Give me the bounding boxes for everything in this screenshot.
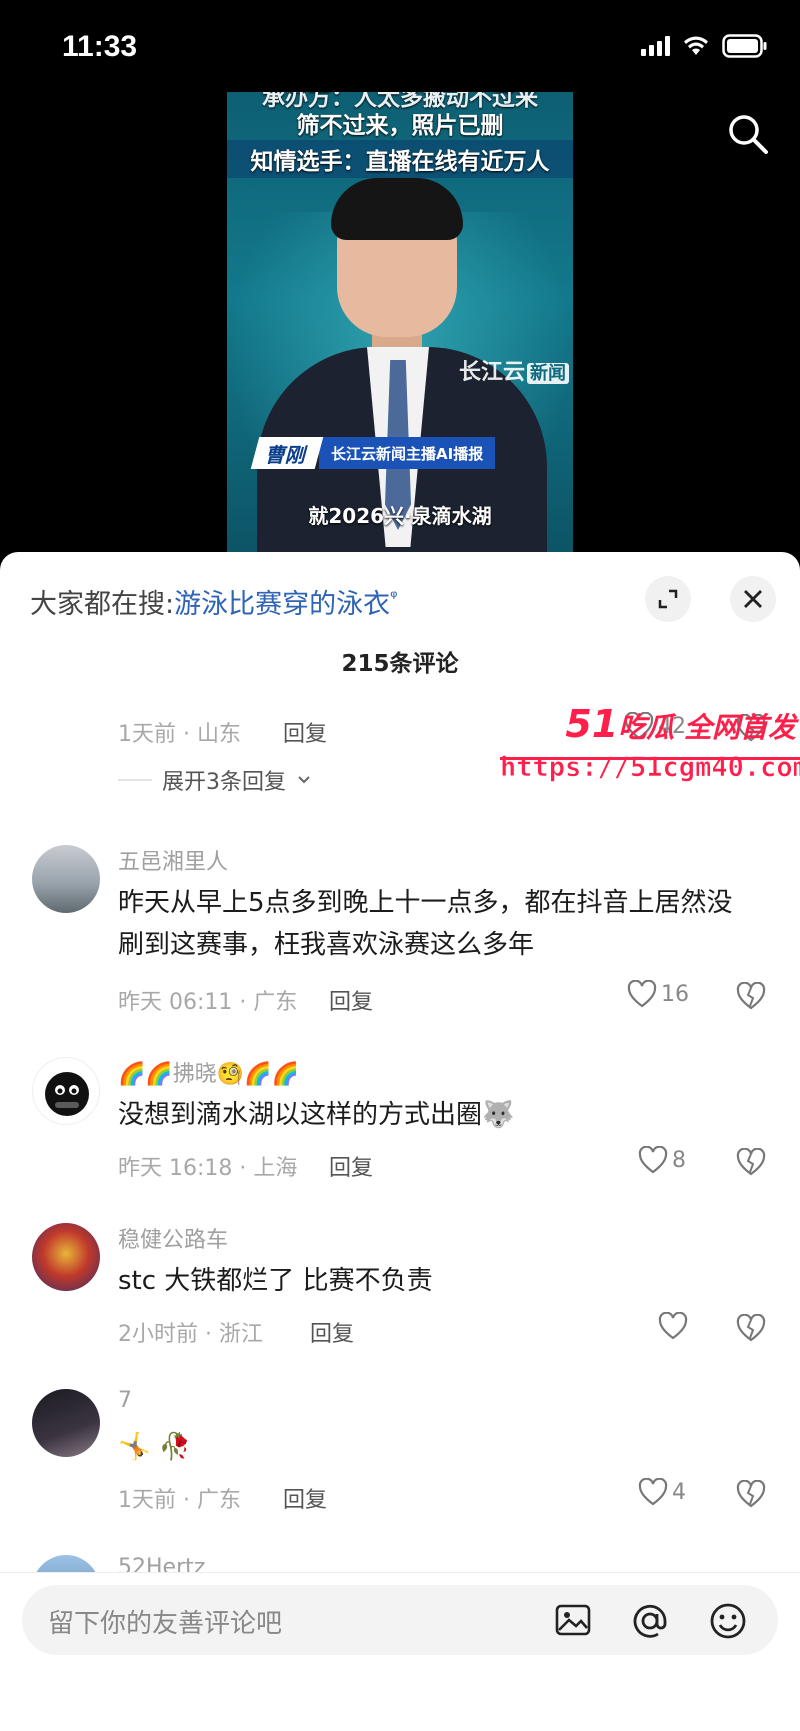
- video-caption-line: 知情选手：直播在线有近万人: [227, 140, 573, 178]
- like-button[interactable]: [658, 1312, 688, 1340]
- like-button[interactable]: 16: [627, 980, 689, 1008]
- video-player[interactable]: 承办方：人太多搬动不过来 筛不过来，照片已删 知情选手：直播在线有近万人 长江云…: [0, 90, 800, 560]
- reply-button[interactable]: 回复: [310, 1316, 354, 1348]
- avatar[interactable]: [32, 1223, 100, 1291]
- broken-heart-icon: [736, 1147, 766, 1176]
- status-bar: 11:33: [0, 0, 800, 90]
- anchor-name: 曹刚: [250, 437, 324, 469]
- dislike-button[interactable]: [736, 1147, 766, 1180]
- avatar-image: [45, 1072, 89, 1116]
- comment-input[interactable]: 留下你的友善评论吧: [22, 1585, 778, 1655]
- like-button[interactable]: 4: [638, 1478, 686, 1506]
- like-count: 4: [672, 1479, 686, 1505]
- comment-meta: 1天前 · 广东: [118, 1488, 241, 1513]
- comment-username[interactable]: 五邑湘里人: [118, 844, 228, 876]
- battery-icon: [722, 34, 768, 58]
- expand-replies-label: 展开3条回复: [162, 770, 286, 795]
- expand-replies-button[interactable]: 展开3条回复: [118, 764, 312, 796]
- like-button[interactable]: 8: [638, 1146, 686, 1174]
- comment-username[interactable]: 🌈🌈拂晓🧐🌈🌈: [118, 1056, 299, 1088]
- heart-icon: [658, 1312, 688, 1340]
- comment-input-bar: 留下你的友善评论吧: [0, 1572, 800, 1731]
- heart-icon: [638, 1478, 668, 1506]
- video-subtitle: 就2026兴·泉滴水湖: [308, 504, 492, 528]
- expand-panel-button[interactable]: [645, 576, 691, 622]
- watermark-brand-number: 51: [565, 702, 619, 746]
- search-icon[interactable]: [726, 112, 770, 160]
- dislike-button[interactable]: [736, 1479, 766, 1512]
- comment-meta: 昨天 16:18 · 上海: [118, 1156, 298, 1181]
- comment-text: 昨天从早上5点多到晚上十一点多，都在抖音上居然没刷到这赛事，枉我喜欢泳赛这么多年: [118, 888, 733, 960]
- anchor-hair: [331, 178, 463, 240]
- divider-line: [118, 779, 152, 781]
- avatar[interactable]: [32, 1389, 100, 1457]
- comment-meta: 2小时前 · 浙江: [118, 1322, 263, 1347]
- comment-text: stc 大铁都烂了 比赛不负责: [118, 1266, 433, 1296]
- close-panel-button[interactable]: [730, 576, 776, 622]
- close-icon: [744, 590, 762, 608]
- channel-logo-text: 长江云: [458, 360, 525, 385]
- trending-search-query[interactable]: 游泳比赛穿的泳衣: [174, 589, 390, 620]
- channel-logo-badge: 新闻: [527, 363, 569, 384]
- status-time: 11:33: [62, 30, 138, 63]
- reply-button[interactable]: 回复: [329, 984, 373, 1016]
- comment-meta: 昨天 06:11 · 广东: [118, 990, 298, 1015]
- comment-count: 215条评论: [341, 651, 459, 677]
- expand-icon: [658, 589, 678, 609]
- avatar[interactable]: [32, 845, 100, 913]
- search-small-icon: ᵠ: [390, 587, 398, 608]
- broken-heart-icon: [736, 981, 766, 1010]
- dislike-button[interactable]: [736, 981, 766, 1014]
- emoji-icon[interactable]: [708, 1601, 748, 1645]
- trending-search[interactable]: 大家都在搜:游泳比赛穿的泳衣ᵠ: [30, 582, 398, 621]
- comment-text: 没想到滴水湖以这样的方式出圈🐺: [118, 1100, 515, 1130]
- anchor-name-tag: 曹刚 长江云新闻主播AI播报: [250, 437, 496, 469]
- anchor-role: 长江云新闻主播AI播报: [319, 437, 496, 469]
- reply-button[interactable]: 回复: [329, 1150, 373, 1182]
- comment-username[interactable]: 稳健公路车: [118, 1222, 228, 1254]
- avatar[interactable]: [32, 1057, 100, 1125]
- chevron-down-icon: [298, 776, 310, 784]
- watermark: 51吃瓜 全网首发 https://51cgm40.com: [500, 702, 800, 783]
- watermark-bar: [500, 757, 800, 760]
- broken-heart-icon: [736, 1479, 766, 1508]
- heart-icon: [638, 1146, 668, 1174]
- comment-panel: 大家都在搜:游泳比赛穿的泳衣ᵠ 215条评论 1天前 · 山东 回复 42 展开…: [0, 552, 800, 1731]
- mention-icon[interactable]: [630, 1601, 670, 1645]
- reply-button[interactable]: 回复: [283, 716, 327, 748]
- like-count: 16: [661, 981, 689, 1007]
- watermark-brand: 51吃瓜 全网首发: [500, 702, 800, 746]
- video-caption-line: 筛不过来，照片已删: [296, 113, 504, 139]
- image-icon[interactable]: [554, 1601, 592, 1643]
- signal-icon: [641, 36, 670, 56]
- trending-search-prefix: 大家都在搜:: [30, 589, 175, 620]
- reply-button[interactable]: 回复: [283, 1482, 327, 1514]
- heart-icon: [627, 980, 657, 1008]
- comment-text: 🤸 🥀: [118, 1432, 192, 1462]
- like-count: 8: [672, 1147, 686, 1173]
- dislike-button[interactable]: [736, 1313, 766, 1346]
- broken-heart-icon: [736, 1313, 766, 1342]
- comment-username[interactable]: 7: [118, 1388, 132, 1413]
- status-icons: [641, 34, 768, 58]
- wifi-icon: [682, 35, 710, 57]
- watermark-brand-text: 吃瓜 全网首发: [618, 711, 796, 744]
- video-frame[interactable]: 承办方：人太多搬动不过来 筛不过来，照片已删 知情选手：直播在线有近万人 长江云…: [227, 92, 573, 552]
- channel-logo: 长江云 新闻: [459, 354, 569, 386]
- comment-meta: 1天前 · 山东: [118, 722, 241, 747]
- comment-input-placeholder: 留下你的友善评论吧: [48, 1609, 283, 1639]
